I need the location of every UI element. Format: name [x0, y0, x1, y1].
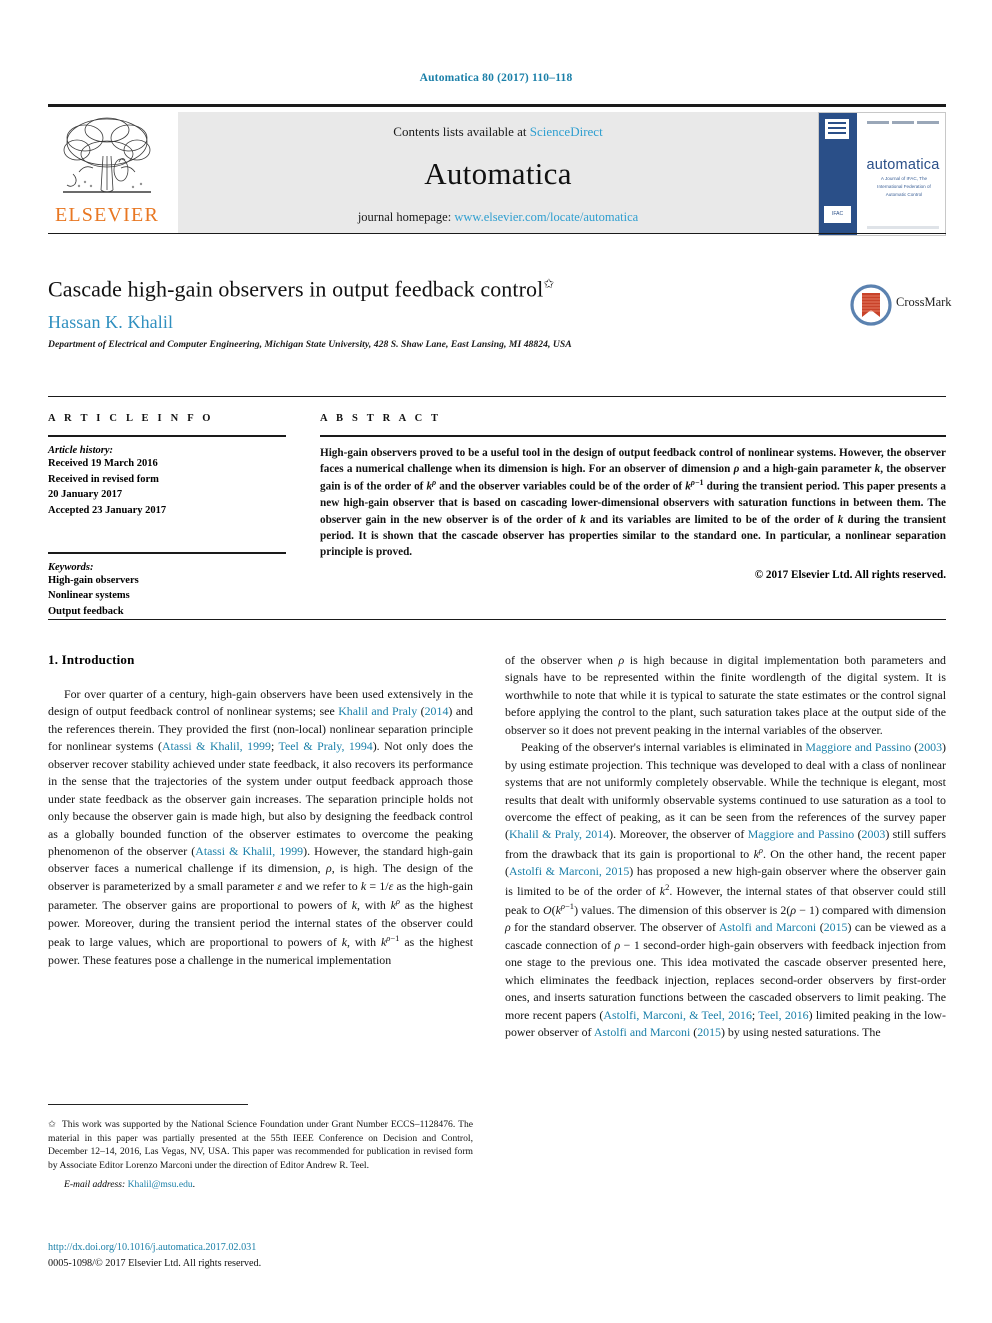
cover-bottom-rule: [867, 226, 939, 229]
sciencedirect-link[interactable]: ScienceDirect: [530, 124, 603, 139]
journal-homepage-link[interactable]: www.elsevier.com/locate/automatica: [454, 210, 638, 224]
abstract-copyright: © 2017 Elsevier Ltd. All rights reserved…: [754, 569, 946, 582]
citation-year-link[interactable]: 2015: [697, 1025, 721, 1039]
history-item: Received in revised form: [48, 473, 159, 485]
title-block: Cascade high-gain observers in output fe…: [48, 276, 952, 351]
doi-link[interactable]: http://dx.doi.org/10.1016/j.automatica.2…: [48, 1242, 256, 1253]
cover-top-marks: [867, 121, 939, 126]
citation-link[interactable]: Atassi & Khalil, 1999: [195, 844, 303, 858]
contents-prefix: Contents lists available at: [393, 123, 530, 139]
footnote-marker: ✩: [48, 1119, 57, 1130]
body-column-left: 1. Introduction For over quarter of a ce…: [48, 652, 473, 969]
keyword-item: High-gain observers: [48, 574, 139, 586]
paper-page: Automatica 80 (2017) 110–118 ELSEVIER Co…: [0, 0, 992, 1323]
abstract-rule: [320, 435, 946, 437]
footnote-text: ✩ This work was supported by the Nationa…: [48, 1119, 473, 1171]
keyword-item: Nonlinear systems: [48, 590, 130, 602]
author-name[interactable]: Hassan K. Khalil: [48, 312, 946, 333]
keyword-item: Output feedback: [48, 605, 124, 617]
citation-link[interactable]: Teel & Praly, 1994: [279, 739, 373, 753]
contents-available-line: Contents lists available at ScienceDirec…: [393, 124, 602, 140]
cover-journal-title: automatica: [866, 157, 940, 173]
paragraph-intro-2: Peaking of the observer's internal varia…: [505, 740, 947, 1040]
paragraph-intro-1: For over quarter of a century, high-gain…: [48, 687, 474, 967]
article-info-heading: A R T I C L E I N F O: [48, 413, 214, 424]
history-item: 20 January 2017: [48, 489, 123, 501]
elsevier-wordmark: ELSEVIER: [54, 204, 160, 226]
footnote-block: ✩ This work was supported by the Nationa…: [48, 1118, 473, 1190]
body-column-right: of the observer when ρ is high because i…: [505, 652, 946, 1042]
journal-cover-thumbnail: IFAC automatica A Journal of IFAC, The I…: [818, 112, 946, 236]
citation-link[interactable]: Astolfi, Marconi, & Teel, 2016: [603, 1008, 752, 1022]
elsevier-tree-icon: [63, 117, 151, 193]
citation-year-link[interactable]: 2003: [918, 740, 942, 754]
journal-masthead: ELSEVIER Contents lists available at Sci…: [48, 104, 946, 236]
title-footnote-marker: ✩: [543, 276, 555, 291]
citation-link[interactable]: Khalil and Praly: [338, 704, 417, 718]
crossmark-icon: [850, 284, 892, 326]
citation-year-link[interactable]: 2003: [862, 827, 886, 841]
abstract-column: A B S T R A C T High-gain observers prov…: [320, 413, 946, 581]
journal-homepage-line: journal homepage: www.elsevier.com/locat…: [358, 210, 638, 225]
citation-year-link[interactable]: 2014: [425, 704, 449, 718]
cover-ifac-mark: IFAC: [824, 206, 851, 223]
keywords-rule: [48, 552, 286, 554]
cover-sidebar: IFAC: [819, 113, 857, 235]
masthead-bottom-rule: [48, 233, 946, 234]
paragraph-intro-1-cont: of the observer when ρ is high because i…: [505, 653, 947, 737]
article-title-text: Cascade high-gain observers in output fe…: [48, 276, 544, 302]
journal-title: Automatica: [424, 155, 572, 191]
author-affiliation: Department of Electrical and Computer En…: [48, 339, 572, 351]
masthead-banner: Contents lists available at ScienceDirec…: [178, 112, 818, 234]
crossmark-badge[interactable]: CrossMark: [850, 282, 952, 330]
citation-link[interactable]: Atassi & Khalil, 1999: [162, 739, 271, 753]
article-history-label: Article history:: [48, 445, 114, 456]
cover-journal-subtitle: A Journal of IFAC, The International Fed…: [877, 176, 931, 197]
article-info-rule: [48, 435, 286, 437]
citation-link[interactable]: Astolfi and Marconi: [594, 1025, 690, 1039]
article-info-column: A R T I C L E I N F O Article history: R…: [48, 413, 286, 619]
footnote-rule: [48, 1104, 248, 1105]
citation-link[interactable]: Teel, 2016: [758, 1008, 808, 1022]
citation-year-link[interactable]: 2015: [824, 920, 848, 934]
footnote-email-line: E-mail address: Khalil@msu.edu.: [64, 1179, 196, 1191]
citation-link[interactable]: Astolfi & Marconi, 2015: [509, 864, 629, 878]
email-label: E-mail address:: [64, 1179, 126, 1191]
info-section-top-rule: [48, 396, 946, 397]
citation-link[interactable]: Maggiore and Passino: [805, 740, 911, 754]
page-title: Cascade high-gain observers in output fe…: [48, 276, 946, 302]
cover-elsevier-mark-icon: [825, 119, 849, 139]
masthead-top-rule: [48, 104, 946, 107]
running-head: Automatica 80 (2017) 110–118: [419, 72, 573, 84]
homepage-prefix: journal homepage:: [357, 209, 455, 224]
history-item: Received 19 March 2016: [48, 458, 158, 469]
abstract-heading: A B S T R A C T: [320, 413, 442, 424]
elsevier-logo: ELSEVIER: [48, 112, 166, 234]
crossmark-label: CrossMark: [896, 295, 952, 309]
section-heading-introduction: 1. Introduction: [48, 652, 135, 667]
citation-link[interactable]: Maggiore and Passino: [748, 827, 854, 841]
author-email-link[interactable]: Khalil@msu.edu: [128, 1179, 193, 1190]
history-item: Accepted 23 January 2017: [48, 504, 167, 516]
issn-copyright-line: 0005-1098/© 2017 Elsevier Ltd. All right…: [48, 1258, 262, 1269]
abstract-text: High-gain observers proved to be a usefu…: [320, 447, 946, 559]
citation-link[interactable]: Astolfi and Marconi: [719, 920, 816, 934]
keywords-label: Keywords:: [48, 561, 94, 573]
citation-link[interactable]: Khalil & Praly, 2014: [509, 827, 609, 841]
